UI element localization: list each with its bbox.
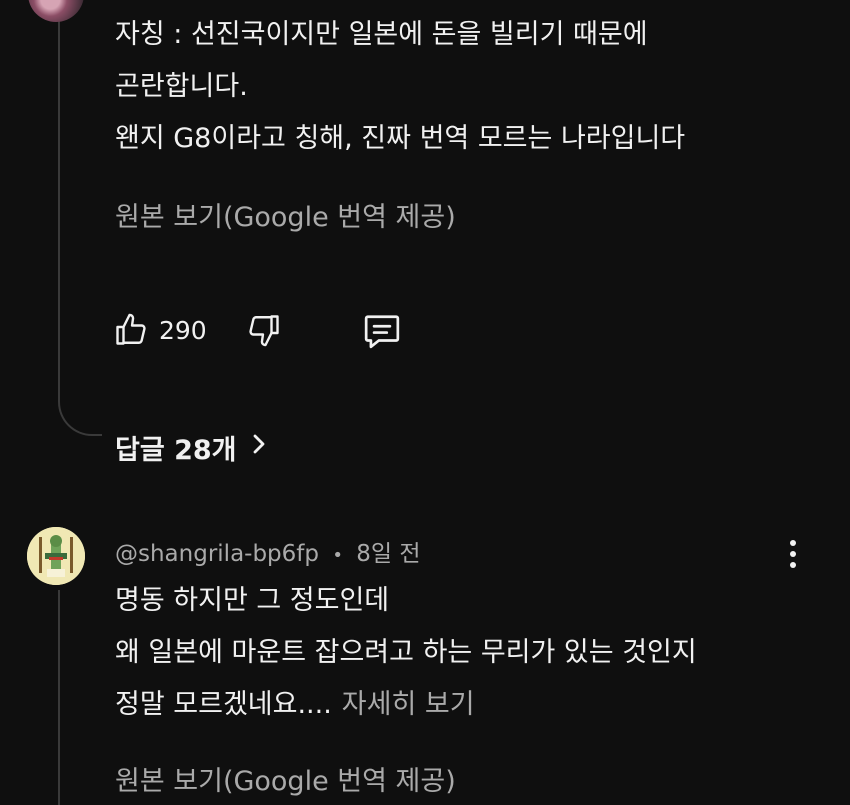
thread-connector — [58, 590, 60, 805]
replies-count-label: 답글 28개 — [115, 435, 237, 466]
like-count: 290 — [159, 315, 207, 345]
comment-text-segment: 정말 모르겠네요.... — [115, 689, 332, 720]
thumbs-up-icon — [113, 312, 149, 348]
avatar-image — [27, 527, 85, 585]
author-name[interactable]: @shangrila-bp6fp — [115, 541, 319, 567]
dislike-button[interactable] — [246, 312, 282, 348]
reply-button[interactable] — [361, 312, 403, 350]
translation-link[interactable]: 원본 보기(Google 번역 제공) — [115, 201, 456, 235]
avatar[interactable] — [27, 527, 85, 585]
comment-text-line: 곤란합니다. — [115, 71, 248, 102]
chevron-right-icon — [251, 432, 267, 463]
comment-meta: @shangrila-bp6fp • 8일 전 — [115, 534, 421, 568]
thumbs-down-icon — [246, 312, 282, 348]
comment-text-line: 정말 모르겠네요.... 자세히 보기 — [115, 688, 475, 722]
comment-text-line: 왠지 G8이라고 칭해, 진짜 번역 모르는 나라입니다 — [115, 123, 686, 154]
translation-link[interactable]: 원본 보기(Google 번역 제공) — [115, 765, 456, 799]
meta-separator: • — [332, 545, 343, 566]
replies-toggle[interactable]: 답글 28개 — [115, 428, 267, 467]
more-vert-icon — [783, 540, 803, 568]
comment-text-line: 자칭 : 선진국이지만 일본에 돈을 빌리기 때문에 — [115, 19, 648, 50]
comment-icon — [361, 312, 403, 350]
read-more-link[interactable]: 자세히 보기 — [342, 689, 475, 720]
thread-connector — [58, 0, 102, 436]
more-options-button[interactable] — [783, 540, 803, 576]
comment-time: 8일 전 — [356, 541, 421, 567]
comment-text-line: 명동 하지만 그 정도인데 — [115, 585, 390, 616]
like-button[interactable]: 290 — [113, 312, 207, 348]
comment-text-line: 왜 일본에 마운트 잡으려고 하는 무리가 있는 것인지 — [115, 637, 697, 668]
